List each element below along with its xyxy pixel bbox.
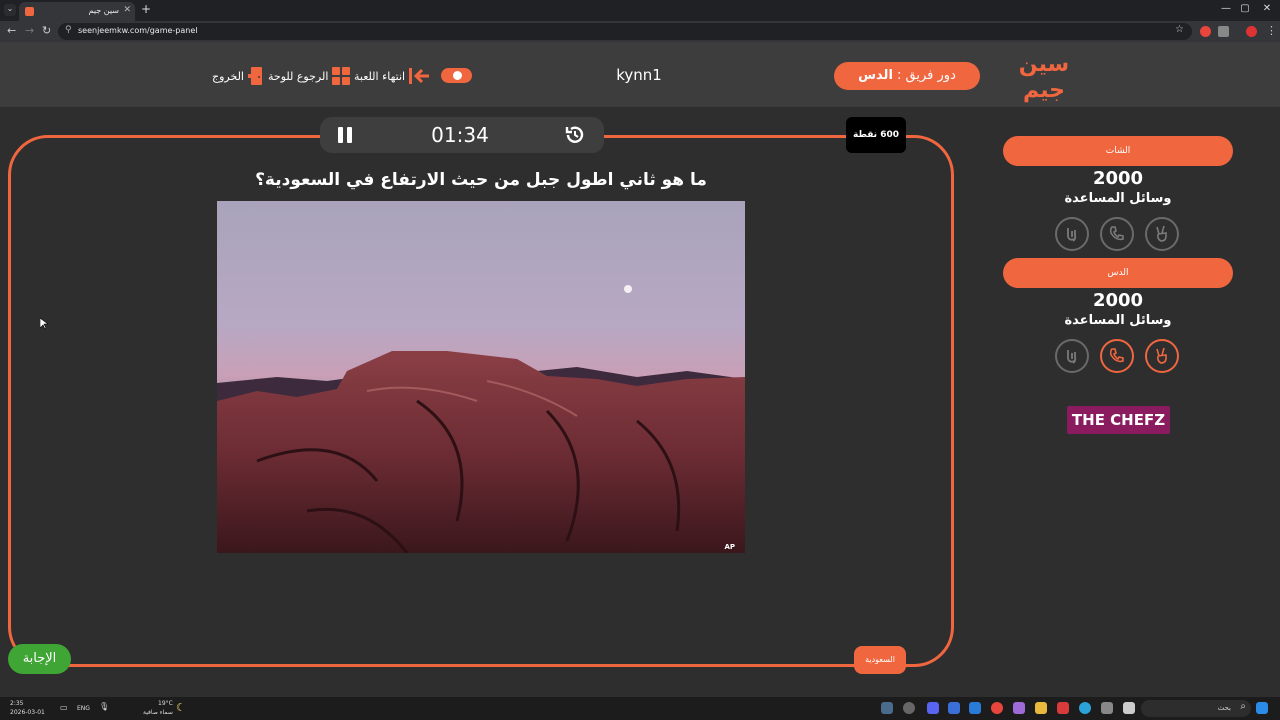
clock-date[interactable]: 2026-03-01 bbox=[10, 709, 45, 716]
site-logo[interactable]: سين جيم bbox=[1016, 45, 1072, 105]
windows-start-icon[interactable] bbox=[1256, 702, 1268, 714]
app-icon[interactable] bbox=[1101, 702, 1113, 714]
countdown-timer: 01:34 bbox=[431, 123, 489, 147]
team-score: 2000 bbox=[1092, 290, 1144, 311]
reload-icon[interactable]: ↻ bbox=[42, 24, 51, 37]
image-credit: AP bbox=[724, 543, 735, 551]
phone-icon[interactable] bbox=[1100, 217, 1134, 251]
category-badge: السعودية bbox=[854, 646, 906, 674]
site-info-icon[interactable]: ⚲ bbox=[65, 25, 72, 35]
mouse-cursor-icon bbox=[40, 318, 48, 330]
settings-icon[interactable] bbox=[903, 702, 915, 714]
question-points: 600 نقطة bbox=[846, 117, 906, 153]
app-icon[interactable] bbox=[1123, 702, 1135, 714]
aids-label: وسائل المساعدة bbox=[1064, 313, 1172, 328]
reset-timer-button[interactable] bbox=[564, 124, 586, 146]
extension-icon[interactable] bbox=[1200, 26, 1211, 37]
turn-prefix: دور فريق : bbox=[892, 68, 956, 83]
logo-line-1: سين bbox=[1019, 52, 1069, 77]
taskbar-search[interactable]: بحث ⌕ bbox=[1141, 700, 1251, 717]
grid-icon bbox=[332, 67, 351, 85]
windows-taskbar: 2:35 2026-03-01 ▭ ENG 🎙 19°C سماء صافية … bbox=[0, 697, 1280, 720]
logo-line-2: جيم bbox=[1023, 78, 1065, 103]
sponsor-logo[interactable]: THE CHEFZ bbox=[1067, 406, 1170, 434]
history-icon bbox=[565, 126, 584, 143]
app-icon[interactable] bbox=[948, 702, 960, 714]
end-game-label: انتهاء اللعبة bbox=[354, 69, 406, 83]
current-turn-badge: دور فريق : الدس bbox=[834, 62, 980, 90]
browser-tab-bar: ⌄ سين جيم ✕ + — ▢ ✕ bbox=[0, 0, 1280, 21]
peace-hand-icon[interactable] bbox=[1145, 217, 1179, 251]
forward-arrow-icon[interactable]: → bbox=[25, 24, 34, 37]
timer-bar: 01:34 bbox=[320, 117, 604, 153]
exit-label: الخروج bbox=[212, 69, 244, 83]
show-answer-button[interactable]: الإجابة bbox=[8, 644, 71, 674]
close-window-button[interactable]: ✕ bbox=[1259, 3, 1275, 14]
door-icon bbox=[248, 67, 262, 85]
back-arrow-icon[interactable]: ← bbox=[7, 24, 16, 37]
back-to-board-button[interactable]: الرجوع للوحة bbox=[268, 66, 351, 86]
moon-icon[interactable]: ☾ bbox=[176, 701, 186, 714]
end-game-button[interactable]: انتهاء اللعبة bbox=[354, 66, 430, 86]
app-header: سين جيم دور فريق : الدس kynn1 انتهاء الل… bbox=[0, 42, 1280, 107]
language-indicator[interactable]: ENG bbox=[77, 705, 90, 712]
team-name-pill: الدس bbox=[1003, 258, 1233, 288]
clock-time[interactable]: 2:35 bbox=[10, 700, 23, 707]
browser-toolbar: ← → ↻ ⚲ seenjeemkw.com/game-panel ☆ ⋮ bbox=[0, 21, 1280, 42]
pause-button[interactable] bbox=[336, 126, 354, 144]
phone-icon[interactable] bbox=[1100, 339, 1134, 373]
maximize-button[interactable]: ▢ bbox=[1237, 3, 1253, 14]
app-icon[interactable] bbox=[969, 702, 981, 714]
browser-tab[interactable]: سين جيم ✕ bbox=[19, 2, 135, 21]
favicon-icon bbox=[25, 7, 34, 16]
weather-temp[interactable]: 19°C bbox=[158, 700, 173, 707]
turn-team-name: الدس bbox=[858, 68, 893, 83]
microphone-icon[interactable]: 🎙 bbox=[99, 702, 109, 711]
search-icon: ⌕ bbox=[1240, 701, 1246, 712]
username: kynn1 bbox=[616, 66, 662, 84]
peace-hand-icon[interactable] bbox=[1145, 339, 1179, 373]
app-icon[interactable] bbox=[1057, 702, 1069, 714]
exit-button[interactable]: الخروج bbox=[212, 66, 264, 86]
network-icon[interactable]: ▭ bbox=[60, 703, 68, 712]
back-to-board-label: الرجوع للوحة bbox=[268, 69, 329, 83]
end-game-toggle[interactable] bbox=[441, 68, 472, 83]
profile-avatar[interactable] bbox=[1246, 26, 1257, 37]
new-tab-button[interactable]: + bbox=[141, 2, 151, 16]
steam-icon[interactable] bbox=[881, 702, 893, 714]
tab-menu-button[interactable]: ⌄ bbox=[4, 4, 16, 16]
aids-label: وسائل المساعدة bbox=[1064, 191, 1172, 206]
weather-desc[interactable]: سماء صافية bbox=[143, 709, 173, 716]
two-hands-icon[interactable] bbox=[1055, 339, 1089, 373]
file-explorer-icon[interactable] bbox=[1035, 702, 1047, 714]
search-label: بحث bbox=[1217, 704, 1231, 712]
browser-menu-icon[interactable]: ⋮ bbox=[1266, 24, 1277, 37]
edge-icon[interactable] bbox=[1079, 702, 1091, 714]
chrome-icon[interactable] bbox=[991, 702, 1003, 714]
extensions-puzzle-icon[interactable] bbox=[1218, 26, 1229, 37]
two-hands-icon[interactable] bbox=[1055, 217, 1089, 251]
url-text: seenjeemkw.com/game-panel bbox=[78, 26, 198, 35]
tab-title: سين جيم bbox=[88, 6, 119, 15]
discord-icon[interactable] bbox=[927, 702, 939, 714]
tab-close-icon[interactable]: ✕ bbox=[123, 5, 131, 15]
question-text: ما هو ثاني اطول جبل من حيث الارتفاع في ا… bbox=[255, 170, 707, 190]
minimize-button[interactable]: — bbox=[1218, 3, 1234, 14]
team-name-pill: الشات bbox=[1003, 136, 1233, 166]
question-image: AP bbox=[217, 201, 745, 553]
bookmark-star-icon[interactable]: ☆ bbox=[1175, 24, 1184, 35]
address-bar[interactable]: ⚲ seenjeemkw.com/game-panel ☆ bbox=[58, 23, 1192, 40]
app-icon[interactable] bbox=[1013, 702, 1025, 714]
exit-arrow-icon bbox=[409, 68, 430, 84]
team-score: 2000 bbox=[1092, 168, 1144, 189]
